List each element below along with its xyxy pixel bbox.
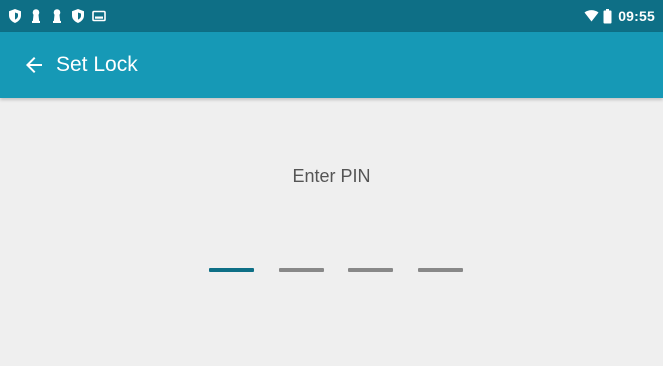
shield-icon xyxy=(72,9,84,23)
pin-entry-field[interactable] xyxy=(209,268,463,274)
wifi-icon xyxy=(584,10,599,22)
pin-prompt: Enter PIN xyxy=(292,166,371,186)
battery-icon xyxy=(603,8,612,23)
shield-icon xyxy=(9,9,21,23)
screen: 09:55 Set Lock Enter PIN xyxy=(0,0,663,366)
pin-slot-active xyxy=(209,268,254,272)
image-icon xyxy=(92,10,106,22)
pin-slot xyxy=(279,268,324,272)
pin-slot xyxy=(418,268,463,272)
page-title: Set Lock xyxy=(56,53,138,76)
arrow-back-icon[interactable] xyxy=(22,53,46,77)
app-bar: Set Lock xyxy=(0,32,663,98)
status-right: 09:55 xyxy=(584,7,655,25)
keyhole-icon xyxy=(53,9,61,23)
keyhole-icon xyxy=(32,9,40,23)
status-icons-left xyxy=(8,8,106,24)
pin-slot xyxy=(348,268,393,272)
status-bar: 09:55 xyxy=(0,0,663,32)
status-time: 09:55 xyxy=(618,8,655,24)
